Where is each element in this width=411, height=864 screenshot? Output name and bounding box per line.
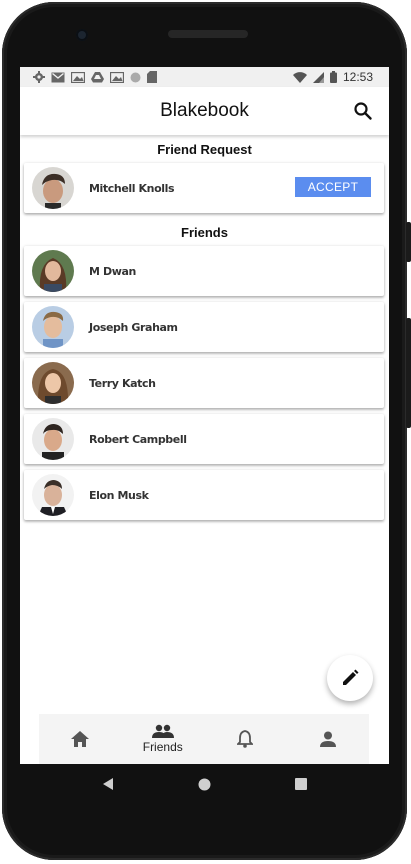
friend-row[interactable]: Elon Musk xyxy=(24,470,384,520)
friend-name: M Dwan xyxy=(89,264,136,278)
status-time: 12:53 xyxy=(342,70,373,84)
front-camera xyxy=(76,29,88,41)
gear-icon xyxy=(33,71,45,83)
friend-name: Robert Campbell xyxy=(89,432,187,446)
friend-request-title: Friend Request xyxy=(157,142,252,157)
side-button-top xyxy=(406,222,411,262)
home-icon xyxy=(71,731,90,747)
screen: 12:53 Blakebook Friend Request Mitchell … xyxy=(20,67,389,764)
gmail-icon xyxy=(51,72,65,82)
avatar xyxy=(32,306,74,348)
friend-name: Elon Musk xyxy=(89,488,149,502)
nav-home[interactable] xyxy=(39,714,122,764)
wifi-icon xyxy=(292,71,307,83)
app-bar: Blakebook xyxy=(20,87,389,135)
back-icon[interactable] xyxy=(102,778,114,790)
sd-card-icon xyxy=(147,71,157,83)
nav-friends-label: Friends xyxy=(142,740,183,754)
side-button-bottom xyxy=(406,318,411,428)
gallery-icon-2 xyxy=(110,71,124,83)
avatar xyxy=(32,362,74,404)
battery-icon xyxy=(329,71,337,83)
avatar xyxy=(32,474,74,516)
friends-icon xyxy=(151,724,174,738)
status-notification-icons xyxy=(20,71,157,83)
avatar xyxy=(32,167,74,209)
person-icon xyxy=(319,731,336,747)
friend-request-name: Mitchell Knolls xyxy=(89,181,175,195)
signal-icon xyxy=(312,71,324,83)
friend-row[interactable]: M Dwan xyxy=(24,246,384,296)
system-nav-bar xyxy=(20,764,389,804)
recents-icon[interactable] xyxy=(295,778,307,790)
edit-icon xyxy=(343,669,359,685)
edit-fab[interactable] xyxy=(327,655,373,701)
accept-button[interactable]: ACCEPT xyxy=(295,177,371,197)
circle-icon xyxy=(130,72,141,82)
friend-row[interactable]: Joseph Graham xyxy=(24,302,384,352)
gallery-icon xyxy=(71,71,85,83)
avatar xyxy=(32,418,74,460)
app-title: Blakebook xyxy=(160,100,249,121)
friend-request-row[interactable]: Mitchell Knolls ACCEPT xyxy=(24,163,384,213)
friends-title: Friends xyxy=(181,225,228,240)
friend-row[interactable]: Robert Campbell xyxy=(24,414,384,464)
status-system-icons: 12:53 xyxy=(292,70,389,84)
drive-icon xyxy=(91,71,104,82)
home-circle-icon[interactable] xyxy=(198,778,211,791)
status-bar: 12:53 xyxy=(20,67,389,87)
avatar xyxy=(32,250,74,292)
search-icon[interactable] xyxy=(353,101,373,121)
nav-profile[interactable] xyxy=(287,714,370,764)
earpiece-speaker xyxy=(168,30,248,38)
friend-name: Joseph Graham xyxy=(89,320,178,334)
nav-notifications[interactable] xyxy=(204,714,287,764)
nav-friends[interactable]: Friends xyxy=(122,714,205,764)
bell-icon xyxy=(237,730,254,748)
friend-name: Terry Katch xyxy=(89,376,156,390)
friend-row[interactable]: Terry Katch xyxy=(24,358,384,408)
bottom-nav: Friends xyxy=(39,714,369,764)
